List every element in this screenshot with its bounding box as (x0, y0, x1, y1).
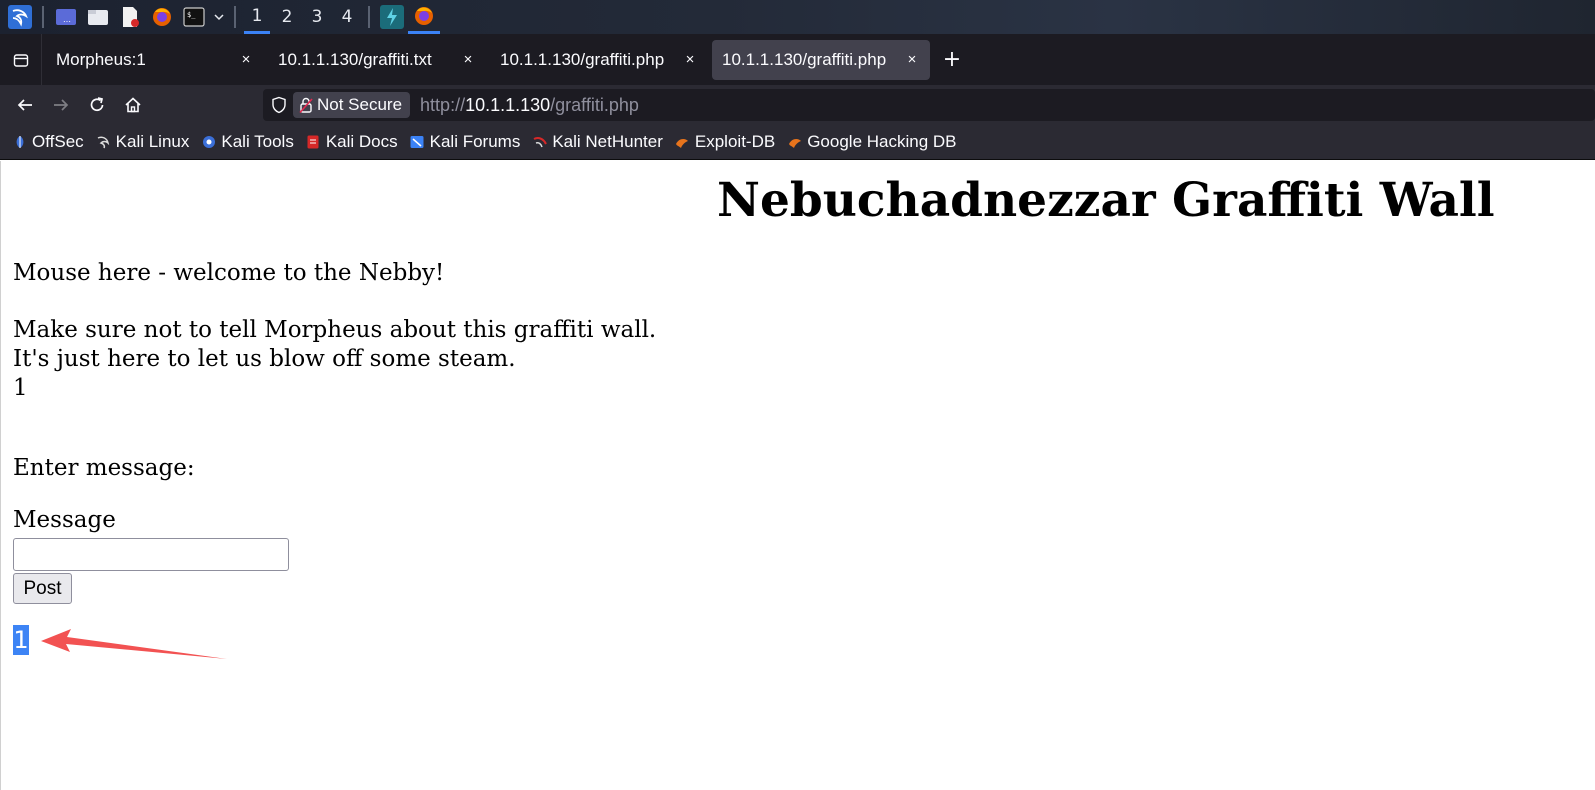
firefox-icon[interactable] (150, 5, 174, 29)
url-host: 10.1.1.130 (465, 94, 551, 115)
page-content: Nebuchadnezzar Graffiti Wall Mouse here … (0, 161, 1595, 790)
reload-icon (90, 97, 104, 112)
bookmarks-toolbar: OffSec Kali Linux Kali Tools Kali Docs K… (0, 125, 1595, 160)
tab-morpheus[interactable]: Morpheus:1 × (46, 40, 264, 80)
nethunter-icon (532, 135, 547, 150)
taskbar-separator (368, 6, 370, 28)
svg-text:$_: $_ (187, 11, 196, 19)
bookmark-label: OffSec (32, 132, 84, 151)
tab-bar: Morpheus:1 × 10.1.1.130/graffiti.txt × 1… (0, 34, 1595, 85)
chevron-down-icon[interactable] (212, 5, 226, 29)
bookmark-exploit-db[interactable]: Exploit-DB (675, 132, 775, 152)
annotation-arrow-icon (41, 629, 227, 659)
home-icon (125, 97, 141, 113)
bookmark-kali-linux[interactable]: Kali Linux (96, 132, 190, 152)
forward-arrow-icon (54, 99, 69, 111)
close-icon[interactable]: × (682, 51, 698, 68)
selected-output-text: 1 (13, 625, 29, 655)
bookmark-label: Kali Docs (325, 132, 398, 151)
file-manager-icon[interactable] (86, 5, 110, 29)
workspace-1[interactable]: 1 (244, 0, 270, 34)
desktop-icon[interactable]: … (54, 5, 78, 29)
url-scheme: http:// (420, 94, 466, 115)
bookmark-label: Google Hacking DB (807, 132, 957, 151)
bookmark-google-hacking-db[interactable]: Google Hacking DB (787, 132, 957, 152)
enter-message-label: Enter message: (13, 455, 195, 481)
terminal-icon[interactable]: $_ (182, 5, 206, 29)
bookmark-label: Kali NetHunter (552, 132, 663, 151)
security-indicator[interactable]: Not Secure (293, 92, 411, 118)
message-input[interactable] (13, 538, 289, 571)
bookmark-label: Kali Linux (115, 132, 190, 151)
ghdb-icon (787, 135, 802, 150)
app-icon[interactable] (380, 5, 404, 29)
taskbar-separator (234, 6, 236, 28)
warning-text-line2: It's just here to let us blow off some s… (13, 346, 516, 372)
kali-docs-icon (306, 135, 321, 150)
firefox-running-indicator (408, 0, 440, 34)
warning-text-line1: Make sure not to tell Morpheus about thi… (13, 317, 657, 343)
close-icon[interactable]: × (904, 51, 920, 68)
kali-forums-icon (410, 135, 425, 150)
exploit-db-icon (675, 135, 690, 150)
url-path: /graffiti.php (550, 94, 639, 115)
tab-title: Morpheus:1 (56, 49, 146, 69)
home-button[interactable] (116, 88, 150, 122)
bookmark-label: Kali Forums (429, 132, 521, 151)
bookmark-label: Exploit-DB (694, 132, 776, 151)
url-text[interactable]: http://10.1.1.130/graffiti.php (420, 95, 639, 116)
bookmark-kali-nethunter[interactable]: Kali NetHunter (532, 132, 663, 152)
list-all-tabs-button[interactable] (0, 34, 42, 85)
reload-button[interactable] (80, 88, 114, 122)
tab-graffiti-txt[interactable]: 10.1.1.130/graffiti.txt × (268, 40, 486, 80)
kali-tools-icon (201, 135, 216, 150)
close-icon[interactable]: × (460, 51, 476, 68)
bookmark-label: Kali Tools (221, 132, 294, 151)
kali-icon (96, 135, 111, 150)
url-bar[interactable]: Not Secure http://10.1.1.130/graffiti.ph… (263, 89, 1595, 121)
post-button[interactable]: Post (13, 573, 72, 604)
taskbar-separator (42, 6, 44, 28)
tab-graffiti-php-active[interactable]: 10.1.1.130/graffiti.php × (712, 39, 930, 80)
workspace-2[interactable]: 2 (274, 0, 300, 34)
kali-menu-icon[interactable] (8, 5, 32, 29)
bookmark-offsec[interactable]: OffSec (12, 132, 84, 152)
back-arrow-icon (17, 99, 32, 111)
workspace-4[interactable]: 4 (334, 0, 360, 34)
tab-title: 10.1.1.130/graffiti.php (722, 49, 887, 69)
text-editor-icon[interactable] (118, 5, 142, 29)
new-tab-button[interactable]: + (934, 42, 970, 78)
bookmark-kali-tools[interactable]: Kali Tools (201, 132, 294, 152)
close-icon[interactable]: × (238, 51, 254, 68)
offsec-icon (12, 135, 27, 150)
workspace-3[interactable]: 3 (304, 0, 330, 34)
tab-graffiti-php[interactable]: 10.1.1.130/graffiti.php × (490, 40, 708, 80)
tab-list-icon (13, 53, 28, 67)
security-label: Not Secure (317, 95, 403, 114)
bookmark-kali-forums[interactable]: Kali Forums (410, 132, 521, 152)
forward-button[interactable] (44, 88, 78, 122)
message-label: Message (13, 507, 116, 533)
bookmark-kali-docs[interactable]: Kali Docs (306, 132, 398, 152)
tracking-protection-icon[interactable] (265, 96, 293, 114)
tab-title: 10.1.1.130/graffiti.php (500, 49, 665, 69)
welcome-text: Mouse here - welcome to the Nebby! (13, 260, 445, 286)
tab-title: 10.1.1.130/graffiti.txt (278, 49, 432, 69)
navigation-bar: Not Secure http://10.1.1.130/graffiti.ph… (0, 85, 1595, 125)
taskbar: … $_ 1 2 3 4 (0, 0, 1595, 34)
insecure-lock-icon (299, 97, 313, 114)
back-button[interactable] (8, 88, 42, 122)
graffiti-entry: 1 (13, 375, 28, 401)
svg-text:…: … (63, 15, 71, 24)
firefox-icon[interactable] (412, 4, 436, 28)
page-heading: Nebuchadnezzar Graffiti Wall (717, 173, 1495, 228)
